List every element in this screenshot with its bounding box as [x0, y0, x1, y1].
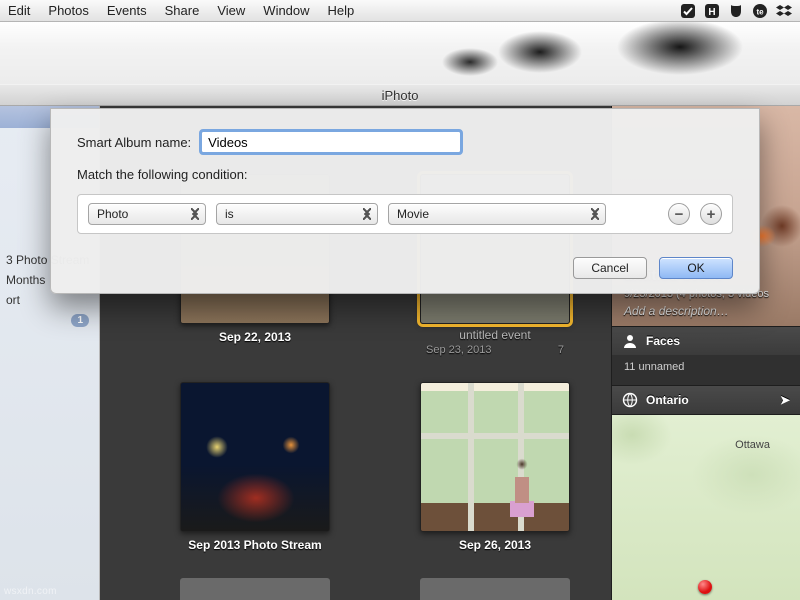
event-caption: Sep 2013 Photo Stream	[130, 538, 380, 552]
chevron-right-icon: ➤	[780, 393, 790, 407]
name-label: Smart Album name:	[77, 135, 191, 150]
places-map[interactable]: Ottawa	[612, 414, 800, 600]
faces-body: 11 unnamed	[612, 355, 800, 385]
window-titlebar: iPhoto	[0, 84, 800, 106]
condition-value-select[interactable]: Movie	[388, 203, 606, 225]
condition-label: Match the following condition:	[77, 167, 733, 182]
event-subcaption: Sep 23, 20137	[420, 344, 570, 356]
condition-field-select[interactable]: Photo	[88, 203, 206, 225]
smart-album-name-input[interactable]	[201, 131, 461, 153]
sidebar-badge: 1	[71, 314, 89, 327]
remove-condition-button[interactable]: −	[668, 203, 690, 225]
menu-photos[interactable]: Photos	[48, 3, 88, 18]
menu-window[interactable]: Window	[263, 3, 309, 18]
event-caption: Sep 22, 2013	[130, 330, 380, 344]
ok-button[interactable]: OK	[659, 257, 733, 279]
event-caption[interactable]: untitled event	[370, 328, 620, 342]
condition-operator-select[interactable]: is	[216, 203, 378, 225]
smart-album-sheet: Smart Album name: Match the following co…	[50, 108, 760, 294]
add-condition-button[interactable]: +	[700, 203, 722, 225]
faces-section-header[interactable]: Faces	[612, 326, 800, 355]
menu-share[interactable]: Share	[165, 3, 200, 18]
event-thumb[interactable]	[180, 382, 330, 532]
window-title: iPhoto	[382, 88, 419, 103]
event-thumb[interactable]	[420, 578, 570, 600]
event-thumb[interactable]	[180, 578, 330, 600]
watermark: wsxdn.com	[4, 586, 57, 597]
places-section-header[interactable]: Ontario ➤	[612, 385, 800, 414]
menu-edit[interactable]: Edit	[8, 3, 30, 18]
person-icon	[622, 333, 638, 349]
map-city-label: Ottawa	[735, 439, 770, 451]
cancel-button[interactable]: Cancel	[573, 257, 647, 279]
svg-text:te: te	[756, 7, 764, 16]
menuextra-dropbox-icon[interactable]	[776, 3, 792, 19]
menuextra-evernote-icon[interactable]	[728, 3, 744, 19]
desktop-wallpaper	[0, 22, 800, 84]
condition-row: Photo is Movie − +	[77, 194, 733, 234]
menu-events[interactable]: Events	[107, 3, 147, 18]
menuextra-h-icon[interactable]: H	[704, 3, 720, 19]
menuextra-check-icon[interactable]	[680, 3, 696, 19]
os-menubar: Edit Photos Events Share View Window Hel…	[0, 0, 800, 22]
info-description-field[interactable]: Add a description…	[624, 304, 729, 318]
menuextra-te-icon[interactable]: te	[752, 3, 768, 19]
svg-text:H: H	[708, 7, 715, 18]
event-caption: Sep 26, 2013	[370, 538, 620, 552]
event-thumb[interactable]	[420, 382, 570, 532]
menu-help[interactable]: Help	[328, 3, 355, 18]
menu-view[interactable]: View	[217, 3, 245, 18]
map-pin-icon	[698, 580, 712, 594]
globe-icon	[622, 392, 638, 408]
